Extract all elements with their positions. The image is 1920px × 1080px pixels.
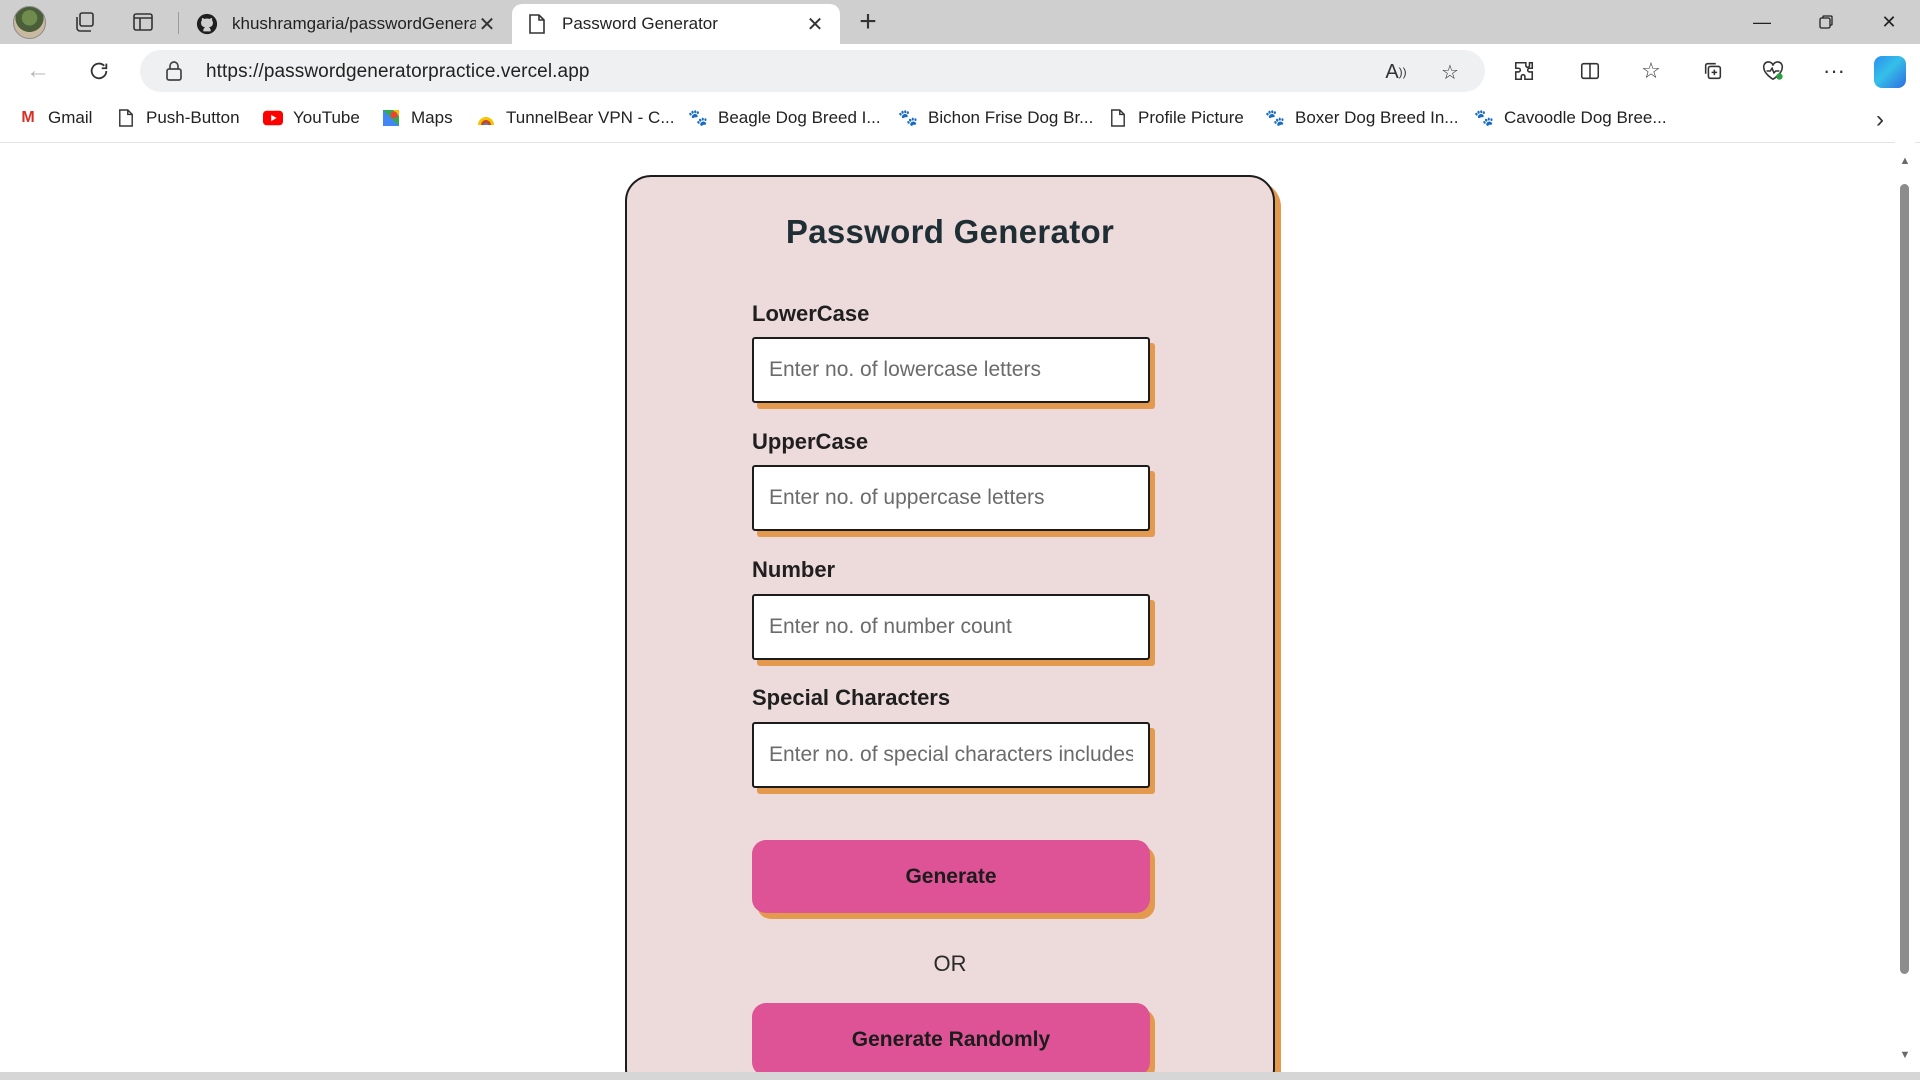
paw-icon: 🐾 — [1265, 110, 1285, 127]
uppercase-label: UpperCase — [752, 429, 869, 454]
bookmark-gmail[interactable]: M Gmail — [18, 106, 92, 130]
bookmark-cavoodle[interactable]: 🐾 Cavoodle Dog Bree... — [1474, 106, 1667, 130]
collections-icon[interactable] — [1697, 55, 1729, 87]
tunnelbear-icon — [476, 108, 496, 128]
page-icon — [1108, 108, 1128, 128]
back-arrow-icon[interactable]: ← — [20, 53, 56, 89]
tab-password-generator[interactable]: Password Generator ✕ — [512, 4, 840, 44]
extensions-icon[interactable] — [1508, 55, 1540, 87]
bookmark-beagle[interactable]: 🐾 Beagle Dog Breed I... — [688, 106, 881, 130]
bookmark-label: Gmail — [48, 108, 93, 127]
address-bar[interactable]: https://passwordgeneratorpractice.vercel… — [140, 50, 1485, 92]
bookmark-label: Bichon Frise Dog Br... — [928, 108, 1094, 127]
page-icon — [116, 108, 136, 128]
bookmark-push-button[interactable]: Push-Button — [116, 106, 240, 130]
bookmark-profile-picture[interactable]: Profile Picture — [1108, 106, 1244, 130]
gmail-icon: M — [21, 109, 35, 126]
bookmarks-bar: M Gmail Push-Button YouTube Maps TunnelB… — [0, 98, 1920, 138]
or-divider: OR — [933, 951, 967, 976]
special-characters-label: Special Characters — [752, 685, 951, 710]
github-icon — [196, 13, 218, 35]
tab-title: Password Generator — [562, 14, 718, 33]
browser-toolbar: ← https://passwordgeneratorpractice.verc… — [0, 44, 1920, 98]
bookmark-label: Beagle Dog Breed I... — [718, 108, 881, 127]
special-characters-input[interactable] — [752, 722, 1150, 788]
paw-icon: 🐾 — [898, 110, 918, 127]
split-screen-icon[interactable] — [1574, 55, 1606, 87]
favorites-icon[interactable]: ☆ — [1635, 55, 1667, 87]
bookmark-maps[interactable]: Maps — [381, 106, 453, 130]
paw-icon: 🐾 — [1474, 110, 1494, 127]
vertical-scrollbar[interactable]: ▲ ▼ — [1895, 142, 1915, 1072]
generate-randomly-button[interactable]: Generate Randomly — [752, 1003, 1150, 1076]
uppercase-input[interactable] — [752, 465, 1150, 531]
page-title: Password Generator — [785, 213, 1115, 250]
password-generator-card: Password Generator LowerCase UpperCase N… — [625, 175, 1275, 1080]
copilot-icon[interactable] — [1874, 56, 1906, 88]
tab-title: khushramgaria/passwordGenerat — [232, 14, 476, 33]
lock-icon[interactable] — [164, 60, 186, 82]
number-input[interactable] — [752, 594, 1150, 660]
generate-button[interactable]: Generate — [752, 840, 1150, 913]
youtube-icon — [263, 108, 283, 128]
scrollbar-thumb[interactable] — [1900, 184, 1909, 974]
bookmark-label: Profile Picture — [1138, 108, 1244, 127]
tab-github[interactable]: khushramgaria/passwordGenerat ✕ — [182, 4, 512, 44]
paw-icon: 🐾 — [688, 110, 708, 127]
window-bottom-edge — [0, 1072, 1920, 1080]
bookmark-tunnelbear[interactable]: TunnelBear VPN - C... — [476, 106, 675, 130]
close-tab-icon[interactable]: ✕ — [804, 13, 826, 36]
more-options-icon[interactable]: ··· — [1818, 55, 1850, 87]
refresh-icon[interactable] — [81, 53, 117, 89]
bookmark-label: Cavoodle Dog Bree... — [1504, 108, 1667, 127]
bookmark-label: YouTube — [293, 108, 360, 127]
vertical-tabs-icon[interactable] — [127, 6, 159, 38]
favorite-star-icon[interactable]: ☆ — [1436, 58, 1464, 86]
bookmark-label: Boxer Dog Breed In... — [1295, 108, 1459, 127]
maps-icon — [381, 108, 401, 128]
number-label: Number — [752, 557, 836, 582]
lowercase-label: LowerCase — [752, 301, 870, 326]
lowercase-input[interactable] — [752, 337, 1150, 403]
new-tab-button[interactable]: + — [850, 5, 886, 38]
bookmark-bichon-frise[interactable]: 🐾 Bichon Frise Dog Br... — [898, 106, 1093, 130]
bookmark-label: Push-Button — [146, 108, 240, 127]
restore-icon[interactable] — [1795, 0, 1857, 44]
url-text[interactable]: https://passwordgeneratorpractice.vercel… — [206, 61, 590, 83]
bookmark-label: Maps — [411, 108, 453, 127]
close-window-icon[interactable]: ✕ — [1858, 0, 1920, 44]
chevron-right-icon[interactable]: › — [1876, 106, 1884, 134]
bookmark-label: TunnelBear VPN - C... — [506, 108, 675, 127]
close-tab-icon[interactable]: ✕ — [476, 13, 498, 36]
tab-strip: khushramgaria/passwordGenerat ✕ Password… — [0, 0, 1920, 44]
page-icon — [526, 13, 548, 35]
profile-avatar[interactable] — [13, 6, 46, 39]
browser-essentials-icon[interactable] — [1757, 55, 1789, 87]
bookmark-boxer[interactable]: 🐾 Boxer Dog Breed In... — [1265, 106, 1458, 130]
bookmark-youtube[interactable]: YouTube — [263, 106, 360, 130]
tab-separator — [178, 12, 179, 34]
minimize-icon[interactable]: — — [1731, 0, 1793, 44]
workspaces-icon[interactable] — [69, 6, 101, 38]
scroll-down-arrow-icon[interactable]: ▼ — [1899, 1050, 1911, 1061]
scroll-up-arrow-icon[interactable]: ▲ — [1899, 156, 1911, 167]
read-aloud-icon[interactable]: A)) — [1382, 58, 1410, 86]
